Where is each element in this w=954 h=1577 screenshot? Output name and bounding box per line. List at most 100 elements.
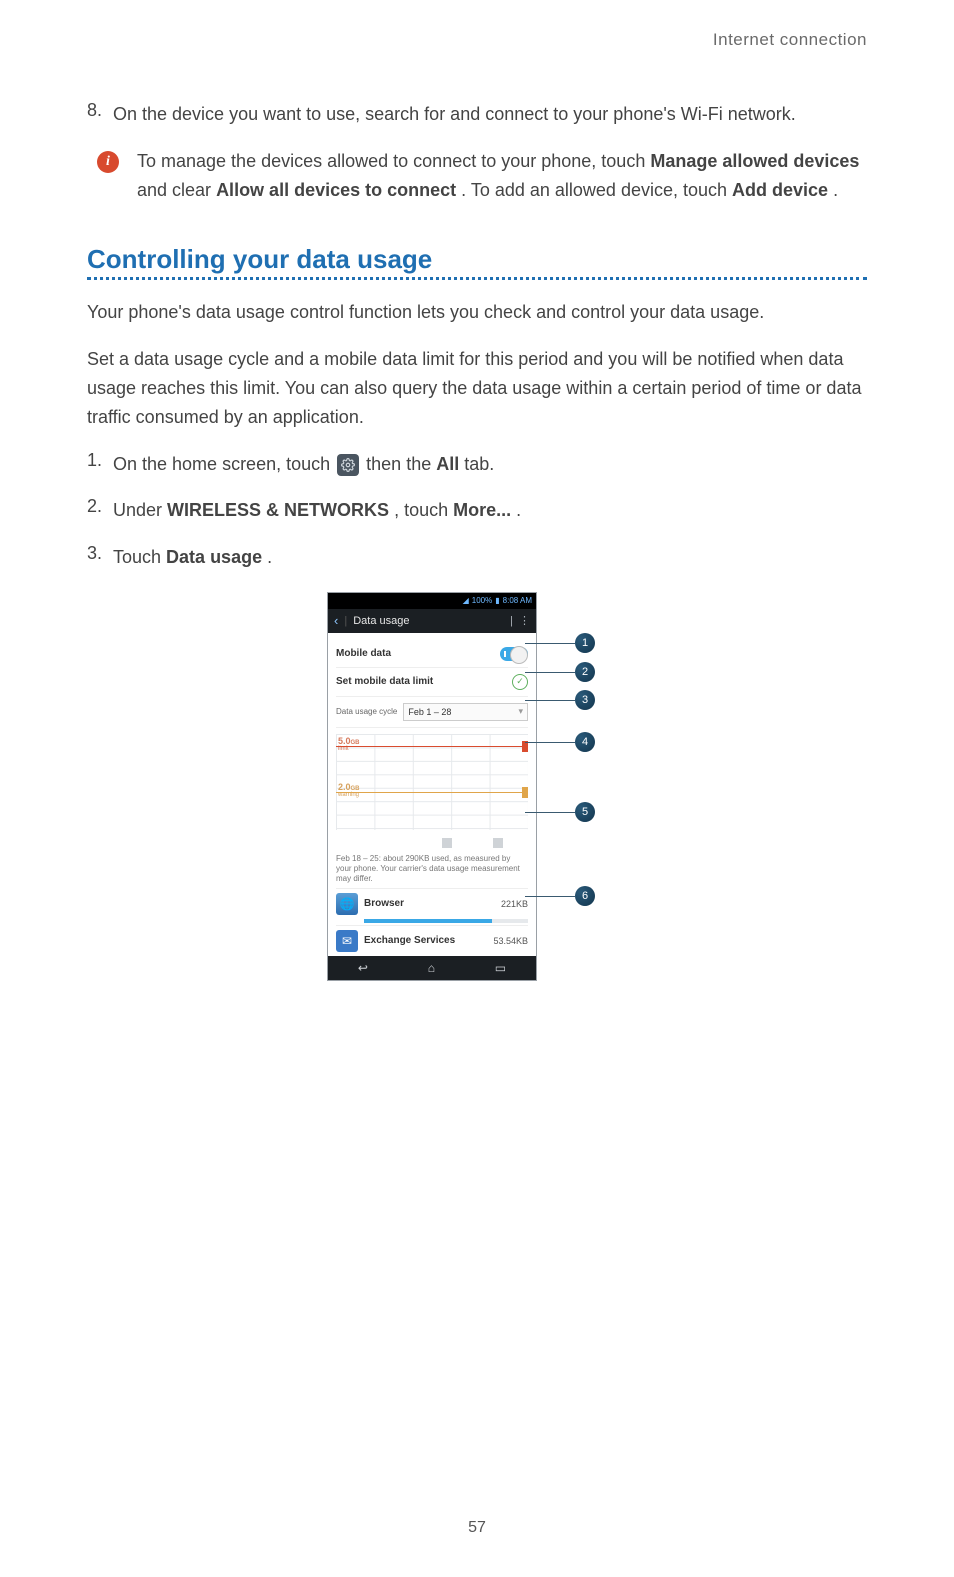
limit-value: 5.0: [338, 736, 351, 746]
page-number: 57: [0, 1519, 954, 1537]
signal-icon: ◢: [463, 596, 469, 605]
limit-line[interactable]: [336, 746, 528, 747]
info-text: To manage the devices allowed to connect…: [137, 147, 867, 205]
app-usage: 53.54KB: [493, 936, 528, 946]
step-number: 1.: [87, 450, 113, 479]
callout-1: 1: [575, 633, 595, 653]
step-1: 1. On the home screen, touch then the Al…: [87, 450, 867, 479]
callout-lead: [525, 672, 575, 673]
paragraph-1: Your phone's data usage control function…: [87, 298, 867, 327]
callout-lead: [525, 643, 575, 644]
callout-lead: [525, 742, 575, 743]
paragraph-2: Set a data usage cycle and a mobile data…: [87, 345, 867, 431]
app-bar-title: Data usage: [353, 615, 409, 627]
t: On the home screen, touch: [113, 454, 335, 474]
callout-4: 4: [575, 732, 595, 752]
set-limit-check[interactable]: ✓: [512, 674, 528, 690]
section-divider: [87, 277, 867, 280]
callout-5: 5: [575, 802, 595, 822]
usage-note: Feb 18 – 25: about 290KB used, as measur…: [336, 854, 528, 884]
t: .: [516, 500, 521, 520]
step-number: 3.: [87, 543, 113, 572]
app-bar: ‹ | Data usage | ⋮: [328, 609, 536, 633]
info-bold-2: Allow all devices to connect: [216, 180, 456, 200]
battery-pct: 100%: [472, 596, 492, 605]
callout-lead: [525, 700, 575, 701]
info-pre: To manage the devices allowed to connect…: [137, 151, 650, 171]
nav-home-icon[interactable]: ⌂: [428, 961, 435, 975]
status-bar: ◢ 100% ▮ 8:08 AM: [328, 593, 536, 609]
step-8: 8. On the device you want to use, search…: [87, 100, 867, 129]
phone-content: Mobile data Set mobile data limit ✓ Data…: [328, 633, 536, 956]
mobile-data-row: Mobile data: [336, 641, 528, 668]
step-text: On the device you want to use, search fo…: [113, 100, 867, 129]
set-limit-row: Set mobile data limit ✓: [336, 668, 528, 697]
t: tab.: [464, 454, 494, 474]
battery-icon: ▮: [495, 596, 499, 605]
t: , touch: [394, 500, 453, 520]
step-text: Under WIRELESS & NETWORKS , touch More..…: [113, 496, 867, 525]
section-header: Internet connection: [87, 30, 867, 50]
nav-back-icon[interactable]: ↩: [358, 961, 368, 975]
step-number: 2.: [87, 496, 113, 525]
callout-lead: [525, 812, 575, 813]
mobile-data-toggle[interactable]: [500, 647, 528, 661]
document-page: Internet connection 8. On the device you…: [0, 0, 954, 1577]
overflow-menu-icon[interactable]: ⋮: [519, 614, 530, 627]
time-axis: [336, 832, 528, 848]
callout-lead: [525, 896, 575, 897]
divider: |: [510, 615, 513, 627]
cycle-row: Data usage cycle Feb 1 – 28 ▾: [336, 697, 528, 728]
t: All: [436, 454, 459, 474]
step-text: On the home screen, touch then the All t…: [113, 450, 867, 479]
exchange-icon: ✉: [336, 930, 358, 952]
t: then the: [366, 454, 436, 474]
cycle-dropdown[interactable]: Feb 1 – 28 ▾: [403, 703, 528, 721]
step-number: 8.: [87, 100, 113, 129]
app-name: Exchange Services: [364, 935, 487, 946]
t: .: [267, 547, 272, 567]
info-post: .: [833, 180, 838, 200]
info-bold-3: Add device: [732, 180, 828, 200]
cycle-label: Data usage cycle: [336, 707, 397, 716]
divider: |: [344, 615, 347, 627]
limit-text: 5.0GB limit: [338, 736, 360, 752]
usage-chart[interactable]: 5.0GB limit 2.0GB warning: [336, 734, 528, 830]
info-note: i To manage the devices allowed to conne…: [87, 147, 867, 205]
step-3: 3. Touch Data usage .: [87, 543, 867, 572]
back-icon[interactable]: ‹: [334, 613, 338, 628]
mobile-data-label: Mobile data: [336, 648, 391, 659]
cycle-value: Feb 1 – 28: [408, 707, 451, 717]
set-limit-label: Set mobile data limit: [336, 676, 433, 687]
t: Touch: [113, 547, 166, 567]
info-bold-1: Manage allowed devices: [650, 151, 859, 171]
info-mid-2: . To add an allowed device, touch: [461, 180, 732, 200]
browser-icon: 🌐: [336, 893, 358, 915]
step-text: Touch Data usage .: [113, 543, 867, 572]
callout-6: 6: [575, 886, 595, 906]
chevron-down-icon: ▾: [518, 706, 523, 717]
t: Data usage: [166, 547, 262, 567]
app-row-browser[interactable]: 🌐 Browser 221KB: [336, 888, 528, 923]
nav-recent-icon[interactable]: ▭: [495, 961, 506, 975]
app-name: Browser: [364, 898, 495, 909]
t: More...: [453, 500, 511, 520]
time-range-handle-left[interactable]: [442, 838, 452, 848]
section-title: Controlling your data usage: [87, 244, 867, 275]
callout-3: 3: [575, 690, 595, 710]
time-range-handle-right[interactable]: [493, 838, 503, 848]
warn-text: 2.0GB warning: [338, 782, 360, 798]
info-icon: i: [97, 151, 119, 173]
nav-bar: ↩ ⌂ ▭: [328, 956, 536, 980]
clock: 8:08 AM: [503, 596, 532, 605]
app-row-exchange[interactable]: ✉ Exchange Services 53.54KB: [336, 925, 528, 956]
app-usage-bar: [364, 919, 528, 923]
warn-value: 2.0: [338, 782, 351, 792]
screenshot-figure: ◢ 100% ▮ 8:08 AM ‹ | Data usage | ⋮: [87, 592, 867, 981]
warn-line[interactable]: [336, 792, 528, 793]
t: WIRELESS & NETWORKS: [167, 500, 389, 520]
callout-2: 2: [575, 662, 595, 682]
phone-frame: ◢ 100% ▮ 8:08 AM ‹ | Data usage | ⋮: [327, 592, 537, 981]
info-mid-1: and clear: [137, 180, 216, 200]
step-2: 2. Under WIRELESS & NETWORKS , touch Mor…: [87, 496, 867, 525]
